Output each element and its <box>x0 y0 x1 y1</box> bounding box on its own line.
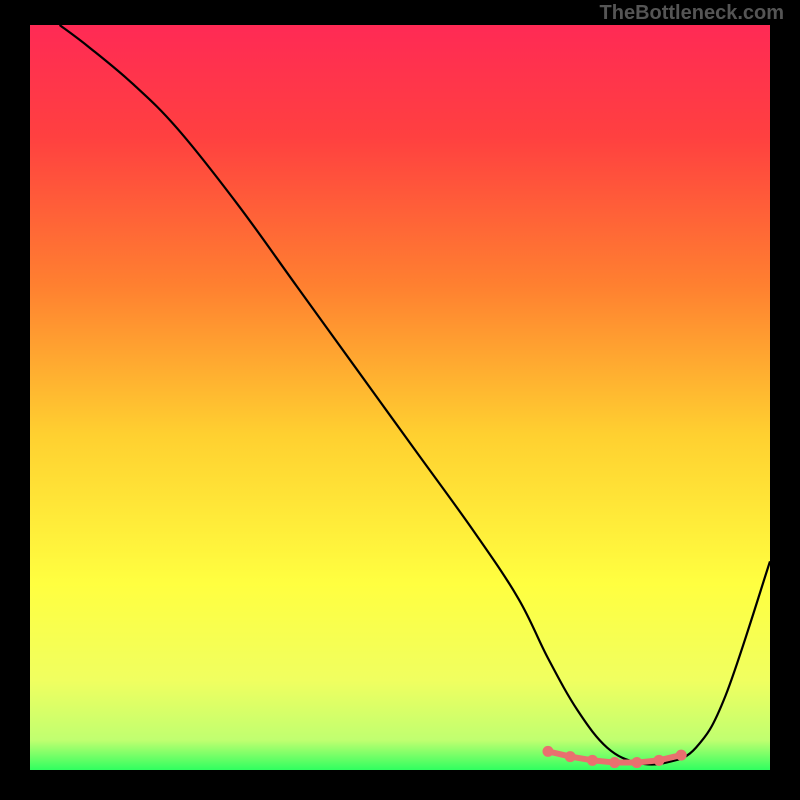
trough-marker <box>587 755 598 766</box>
plot-background <box>30 25 770 770</box>
trough-marker <box>609 757 620 768</box>
watermark-text: TheBottleneck.com <box>600 2 784 25</box>
chart-container: TheBottleneck.com <box>0 0 800 800</box>
trough-marker <box>654 755 665 766</box>
chart-plot <box>0 0 800 800</box>
trough-marker <box>543 746 554 757</box>
trough-marker <box>631 757 642 768</box>
trough-marker <box>565 751 576 762</box>
trough-marker <box>676 750 687 761</box>
